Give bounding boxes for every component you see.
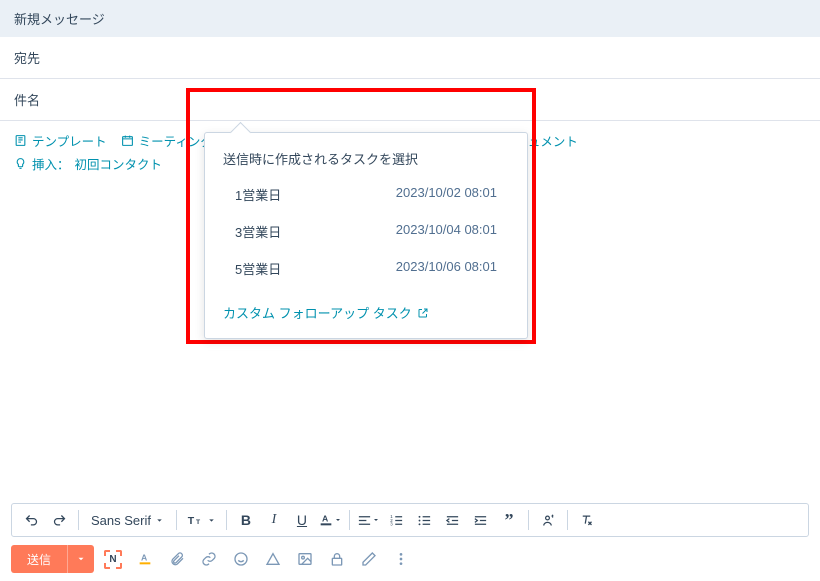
chevron-down-icon — [372, 516, 380, 524]
svg-text:T: T — [188, 515, 195, 527]
italic-button[interactable]: I — [261, 507, 287, 533]
separator — [226, 510, 227, 530]
svg-text:A: A — [322, 513, 329, 523]
clear-format-button[interactable] — [574, 507, 600, 533]
personalize-button[interactable] — [535, 507, 561, 533]
custom-followup-link[interactable]: カスタム フォローアップ タスク — [223, 303, 429, 322]
calendar-icon — [121, 134, 134, 147]
separator — [176, 510, 177, 530]
unordered-list-icon — [417, 513, 432, 528]
unordered-list-button[interactable] — [412, 507, 438, 533]
redo-button[interactable] — [46, 507, 72, 533]
more-button[interactable] — [392, 550, 410, 568]
quote-button[interactable]: ” — [496, 507, 522, 533]
link-button[interactable] — [200, 550, 218, 568]
attach-button[interactable] — [168, 550, 186, 568]
align-button[interactable] — [356, 507, 382, 533]
ordered-list-button[interactable]: 123 — [384, 507, 410, 533]
paperclip-icon — [169, 551, 185, 567]
undo-button[interactable] — [18, 507, 44, 533]
send-dropdown-button[interactable] — [67, 545, 94, 573]
clear-format-icon — [579, 513, 594, 528]
chevron-down-icon — [155, 516, 164, 525]
separator — [349, 510, 350, 530]
chevron-down-icon — [76, 554, 86, 564]
link-icon — [201, 551, 217, 567]
align-left-icon — [357, 513, 372, 528]
separator — [528, 510, 529, 530]
chevron-down-icon — [207, 516, 216, 525]
separator — [567, 510, 568, 530]
image-button[interactable] — [296, 550, 314, 568]
font-family-select[interactable]: Sans Serif — [85, 507, 170, 533]
svg-text:A: A — [141, 552, 148, 562]
insert-contact-button[interactable]: 挿入： 初回コンタクト — [14, 154, 162, 173]
popover-item[interactable]: 5営業日 2023/10/06 08:01 — [215, 250, 517, 287]
outdent-button[interactable] — [440, 507, 466, 533]
chevron-down-icon — [334, 516, 342, 524]
token-icon — [540, 513, 555, 528]
text-color-button[interactable]: A — [317, 507, 343, 533]
insert-label: 挿入： — [32, 154, 70, 173]
separator — [78, 510, 79, 530]
emoji-button[interactable] — [232, 550, 250, 568]
insert-value: 初回コンタクト — [75, 154, 163, 173]
ordered-list-icon: 123 — [389, 513, 404, 528]
popover-footer: カスタム フォローアップ タスク — [205, 291, 527, 338]
image-icon — [297, 551, 313, 567]
notion-icon: N — [104, 550, 122, 569]
notion-button[interactable]: N — [104, 550, 122, 568]
underline-button[interactable]: U — [289, 507, 315, 533]
indent-button[interactable] — [468, 507, 494, 533]
format-toolbar: Sans Serif TT B I U A 123 ” — [11, 503, 809, 537]
compose-action-icons: N A — [104, 550, 410, 568]
more-vertical-icon — [393, 551, 409, 567]
bold-button[interactable]: B — [233, 507, 259, 533]
popover-list: 1営業日 2023/10/02 08:01 3営業日 2023/10/04 08… — [205, 176, 527, 291]
popover-item[interactable]: 3営業日 2023/10/04 08:01 — [215, 213, 517, 250]
font-size-icon: TT — [187, 513, 205, 527]
popover-title: 送信時に作成されるタスクを選択 — [205, 133, 527, 176]
send-bar: 送信 N A — [11, 543, 809, 575]
compose-title: 新規メッセージ — [14, 12, 105, 27]
triangle-icon — [265, 551, 281, 567]
outdent-icon — [445, 513, 460, 528]
text-color-icon: A — [318, 512, 334, 528]
lock-button[interactable] — [328, 550, 346, 568]
popover-item[interactable]: 1営業日 2023/10/02 08:01 — [215, 176, 517, 213]
signature-button[interactable] — [360, 550, 378, 568]
lightbulb-icon — [14, 157, 27, 170]
to-field-row[interactable]: 宛先 — [0, 37, 820, 79]
highlight-color-button[interactable]: A — [136, 550, 154, 568]
task-popover: 送信時に作成されるタスクを選択 1営業日 2023/10/02 08:01 3営… — [204, 132, 528, 339]
svg-text:T: T — [196, 519, 201, 526]
template-button[interactable]: テンプレート — [14, 131, 107, 150]
indent-icon — [473, 513, 488, 528]
template-icon — [14, 134, 27, 147]
lock-icon — [329, 551, 345, 567]
subject-label: 件名 — [14, 93, 40, 108]
send-button[interactable]: 送信 — [11, 545, 67, 573]
emoji-icon — [233, 551, 249, 567]
drive-button[interactable] — [264, 550, 282, 568]
pen-icon — [361, 551, 377, 567]
compose-header: 新規メッセージ — [0, 0, 820, 37]
font-size-select[interactable]: TT — [183, 507, 220, 533]
highlight-icon: A — [137, 551, 153, 567]
external-link-icon — [417, 307, 429, 319]
svg-text:3: 3 — [391, 521, 394, 526]
to-label: 宛先 — [14, 51, 40, 66]
send-button-group: 送信 — [11, 545, 94, 573]
